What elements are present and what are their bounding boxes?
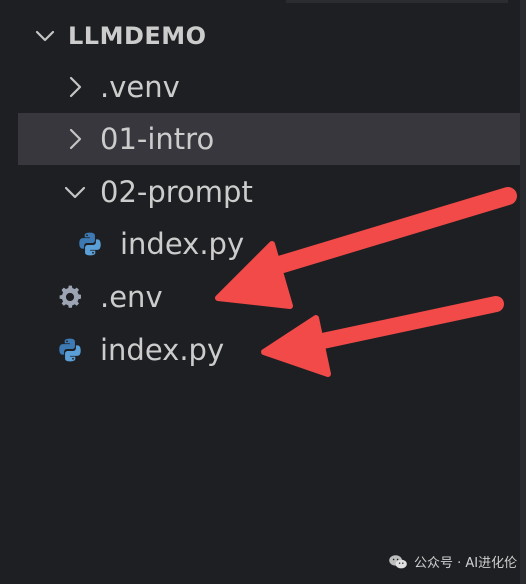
gear-icon [56,283,84,311]
tree-item-01-intro[interactable]: 01-intro [18,113,520,165]
tree-item-02-prompt-index-py[interactable]: index.py [0,218,520,270]
tree-item-02-prompt[interactable]: 02-prompt [0,166,520,218]
tree-item-label: 02-prompt [100,174,253,209]
tree-item-label: .env [100,279,163,314]
chevron-right-icon [62,126,88,152]
chevron-down-icon [62,179,88,205]
tree-item-venv[interactable]: .venv [0,61,520,113]
tree-item-label: 01-intro [100,121,215,156]
watermark-text: 公众号 · AI进化伦 [414,556,518,571]
explorer-root-llmdemo[interactable]: LLMDEMO [0,10,520,62]
wechat-icon [389,554,407,568]
scrollbar-track[interactable] [520,0,526,584]
tree-item-label: .venv [100,69,180,104]
tree-item-label: index.py [120,226,245,261]
tree-item-env[interactable]: .env [0,271,520,323]
tree-item-index-py[interactable]: index.py [0,324,520,376]
explorer-root-label: LLMDEMO [68,22,207,50]
tree-item-label: index.py [100,332,225,367]
chevron-right-icon [62,74,88,100]
python-icon [56,336,84,364]
watermark: 公众号 · AI进化伦 [388,552,517,571]
top-strip-accent [286,0,508,3]
python-icon [76,230,104,258]
chevron-down-icon [32,23,58,49]
